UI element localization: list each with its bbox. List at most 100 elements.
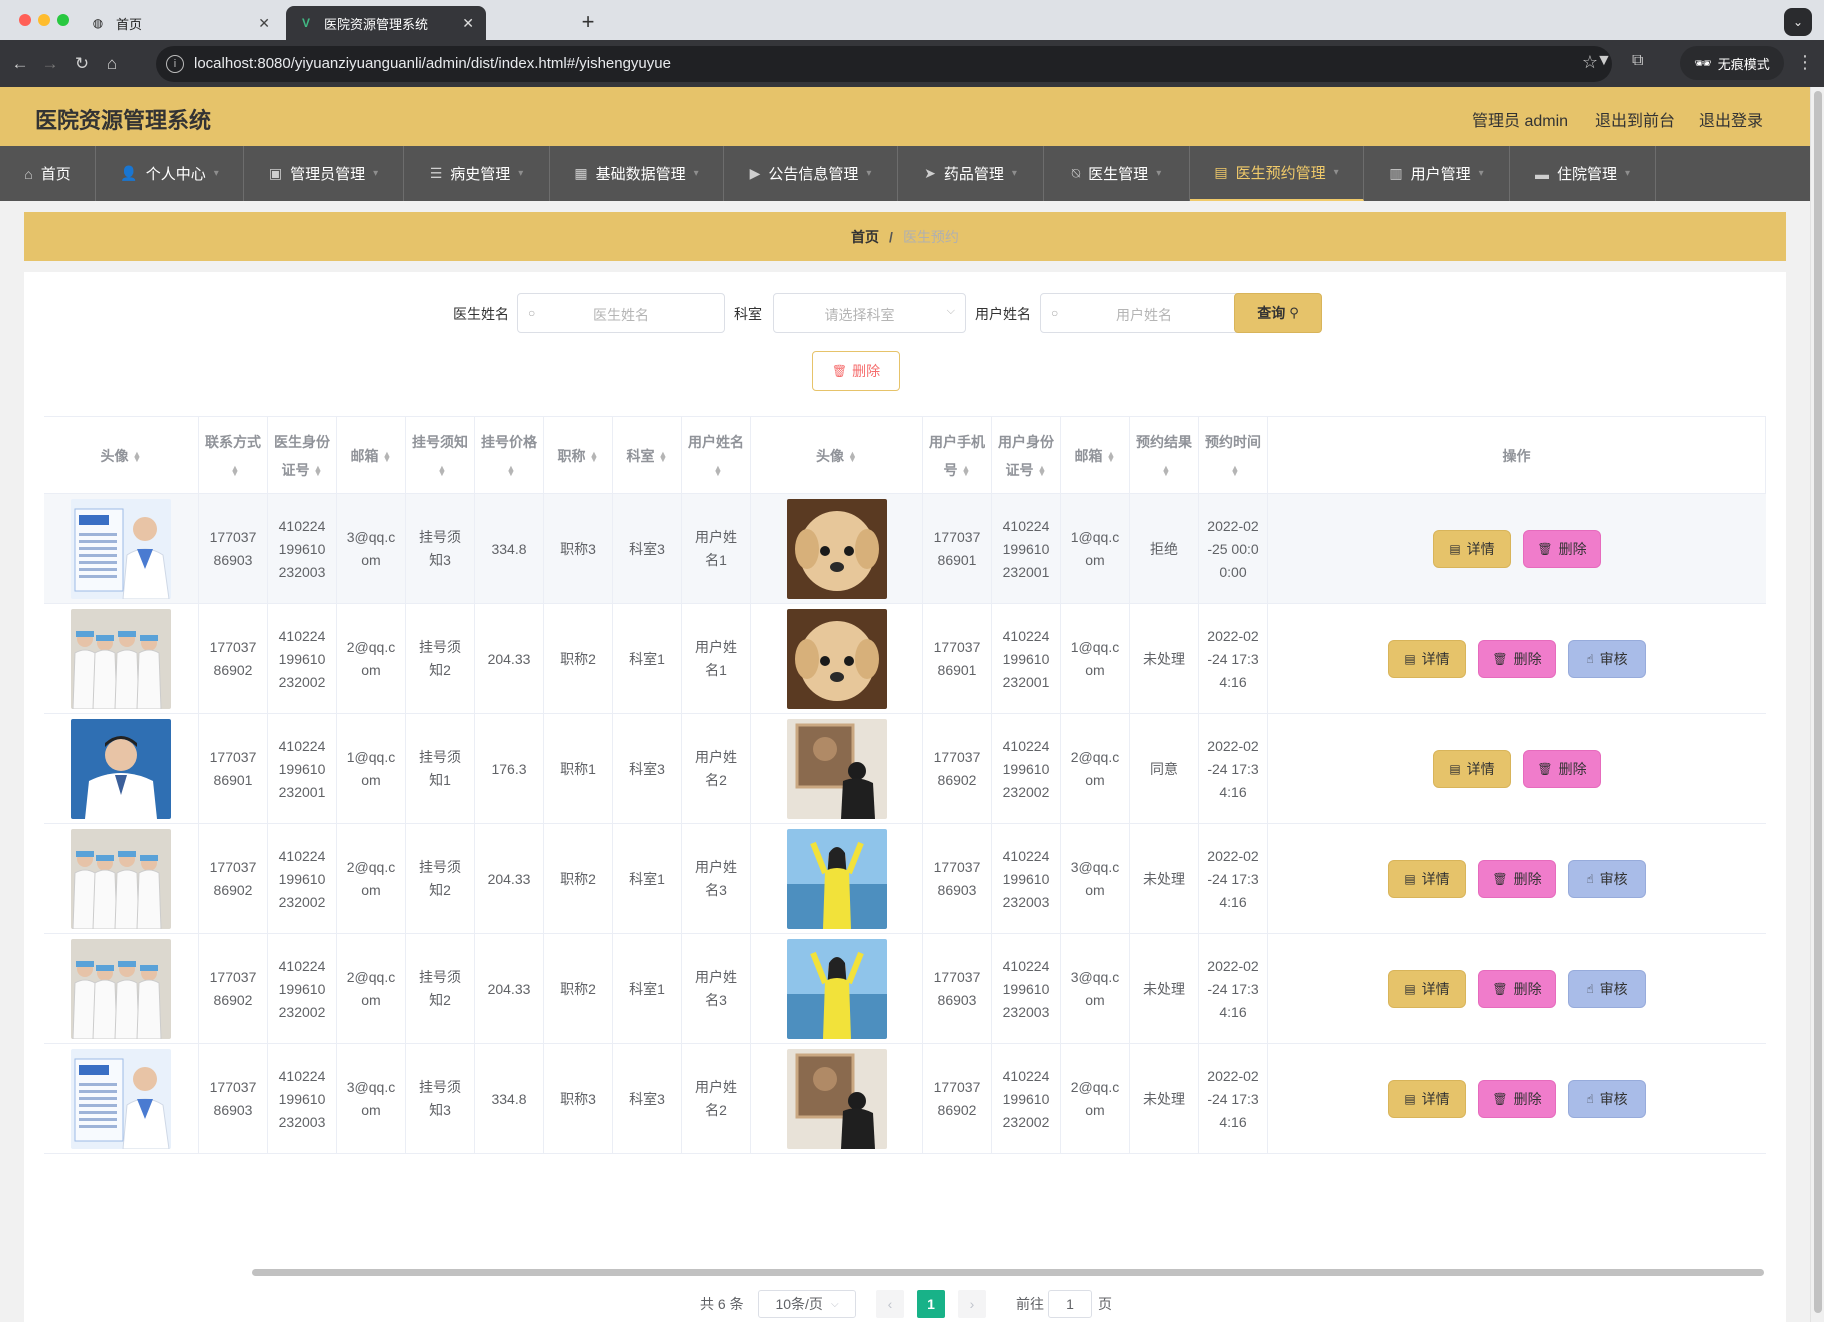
next-page-button[interactable]: › (958, 1290, 986, 1318)
sort-caret-icon[interactable]: ▲ ▼ (1038, 464, 1047, 478)
nav-item-6[interactable]: ➤ 药品管理 ▾ (898, 146, 1044, 201)
sort-caret-icon[interactable]: ▲ ▼ (133, 450, 142, 464)
detail-button[interactable]: ▤ 详情 (1388, 1080, 1466, 1118)
doctor-name-input[interactable]: ○ 医生姓名 (517, 293, 725, 333)
nav-item-9[interactable]: ▥ 用户管理 ▾ (1364, 146, 1510, 201)
sort-caret-icon[interactable]: ▲ ▼ (231, 464, 240, 478)
column-header[interactable]: 预约时间 ▲ ▼ (1199, 417, 1268, 495)
table-row[interactable]: 17703786902 410224199610232002 2@qq.com 挂号须… (44, 934, 1766, 1044)
extensions-puzzle-icon[interactable]: ⧉ (1632, 52, 1643, 70)
sort-caret-icon[interactable]: ▲ ▼ (1231, 464, 1240, 478)
page-number-current[interactable]: 1 (917, 1290, 945, 1318)
bulk-delete-button[interactable]: 🗑 删除 (812, 351, 900, 391)
nav-item-1[interactable]: 👤 个人中心 ▾ (96, 146, 244, 201)
user-name-input[interactable]: ○ 用户姓名 (1040, 293, 1248, 333)
sort-caret-icon[interactable]: ▲ ▼ (438, 464, 447, 478)
close-tab-icon[interactable]: ✕ (462, 15, 474, 32)
column-header[interactable]: 头像 ▲ ▼ (751, 417, 923, 495)
delete-button[interactable]: 🗑 删除 (1523, 530, 1601, 568)
detail-button[interactable]: ▤ 详情 (1388, 860, 1466, 898)
audit-button[interactable]: ☝ 审核 (1568, 640, 1646, 678)
sort-caret-icon[interactable]: ▲ ▼ (714, 464, 723, 478)
page-vertical-scrollbar[interactable] (1810, 87, 1824, 1322)
column-header[interactable]: 医生身份证号 ▲ ▼ (268, 417, 337, 495)
table-horizontal-scrollbar[interactable] (44, 1266, 1766, 1278)
column-header[interactable]: 预约结果 ▲ ▼ (1130, 417, 1199, 495)
table-row[interactable]: 17703786902 410224199610232002 2@qq.com 挂号须… (44, 824, 1766, 934)
delete-button[interactable]: 🗑 删除 (1478, 970, 1556, 1008)
scrollbar-thumb[interactable] (252, 1269, 1764, 1276)
cell-text: 410224199610232002 (278, 847, 326, 910)
table-row[interactable]: 17703786901 410224199610232001 1@qq.com 挂号须… (44, 714, 1766, 824)
delete-button[interactable]: 🗑 删除 (1523, 750, 1601, 788)
audit-button[interactable]: ☝ 审核 (1568, 1080, 1646, 1118)
column-header[interactable]: 挂号价格 ▲ ▼ (475, 417, 544, 495)
nav-item-2[interactable]: ▣ 管理员管理 ▾ (244, 146, 404, 201)
delete-button[interactable]: 🗑 删除 (1478, 860, 1556, 898)
column-header[interactable]: 用户手机号 ▲ ▼ (923, 417, 992, 495)
sort-caret-icon[interactable]: ▲ ▼ (659, 450, 668, 464)
reload-icon[interactable]: ↻ (70, 52, 94, 76)
sort-caret-icon[interactable]: ▲ ▼ (1162, 464, 1171, 478)
sort-caret-icon[interactable]: ▲ ▼ (1107, 450, 1116, 464)
maximize-window-button[interactable] (57, 14, 69, 26)
column-header[interactable]: 职称 ▲ ▼ (544, 417, 613, 495)
close-tab-icon[interactable]: ✕ (258, 15, 270, 32)
detail-button[interactable]: ▤ 详情 (1433, 530, 1511, 568)
table-row[interactable]: 17703786903 410224199610232003 3@qq.com 挂号须… (44, 494, 1766, 604)
nav-item-7[interactable]: ⍉ 医生管理 ▾ (1044, 146, 1190, 201)
logout-link[interactable]: 退出登录 (1699, 107, 1763, 131)
sort-caret-icon[interactable]: ▲ ▼ (314, 464, 323, 478)
new-tab-button[interactable]: + (574, 8, 602, 36)
nav-item-5[interactable]: ▶ 公告信息管理 ▾ (724, 146, 898, 201)
delete-button[interactable]: 🗑 删除 (1478, 640, 1556, 678)
sort-caret-icon[interactable]: ▲ ▼ (962, 464, 971, 478)
column-header[interactable]: 邮箱 ▲ ▼ (1061, 417, 1130, 495)
incognito-badge[interactable]: 🕶 无痕模式 (1680, 46, 1784, 80)
query-button[interactable]: 查询 ⚲ (1234, 293, 1322, 333)
back-icon[interactable]: ← (8, 52, 32, 76)
detail-button[interactable]: ▤ 详情 (1433, 750, 1511, 788)
delete-button[interactable]: 🗑 删除 (1478, 1080, 1556, 1118)
nav-item-4[interactable]: ▦ 基础数据管理 ▾ (550, 146, 724, 201)
site-info-icon[interactable]: i (166, 55, 184, 73)
extension-v-icon[interactable]: ▼ (1596, 52, 1612, 70)
tab-search-button[interactable]: ⌄ (1784, 8, 1812, 36)
detail-button[interactable]: ▤ 详情 (1388, 640, 1466, 678)
column-header[interactable]: 科室 ▲ ▼ (613, 417, 682, 495)
sort-caret-icon[interactable]: ▲ ▼ (590, 450, 599, 464)
close-window-button[interactable] (19, 14, 31, 26)
dept-select[interactable]: 请选择科室 ⌵ (773, 293, 966, 333)
table-row[interactable]: 17703786902 410224199610232002 2@qq.com 挂号须… (44, 604, 1766, 714)
minimize-window-button[interactable] (38, 14, 50, 26)
nav-item-0[interactable]: ⌂ 首页 (0, 146, 96, 201)
audit-button[interactable]: ☝ 审核 (1568, 970, 1646, 1008)
prev-page-button[interactable]: ‹ (876, 1290, 904, 1318)
goto-page-input[interactable]: 1 (1048, 1290, 1092, 1318)
table-row[interactable]: 17703786903 410224199610232003 3@qq.com 挂号须… (44, 1044, 1766, 1154)
sort-caret-icon[interactable]: ▲ ▼ (383, 450, 392, 464)
nav-item-3[interactable]: ☰ 病史管理 ▾ (404, 146, 550, 201)
column-header[interactable]: 挂号须知 ▲ ▼ (406, 417, 475, 495)
forward-icon[interactable]: → (38, 52, 62, 76)
scrollbar-thumb[interactable] (1814, 91, 1822, 1313)
column-header[interactable]: 头像 ▲ ▼ (44, 417, 199, 495)
column-header[interactable]: 用户身份证号 ▲ ▼ (992, 417, 1061, 495)
column-header[interactable]: 邮箱 ▲ ▼ (337, 417, 406, 495)
breadcrumb-home[interactable]: 首页 (851, 227, 879, 247)
browser-tab-home[interactable]: ◍ 首页 ✕ (78, 6, 282, 40)
sort-caret-icon[interactable]: ▲ ▼ (848, 450, 857, 464)
page-size-select[interactable]: 10条/页 ⌵ (758, 1290, 856, 1318)
browser-menu-icon[interactable]: ⋮ (1796, 52, 1814, 73)
audit-button[interactable]: ☝ 审核 (1568, 860, 1646, 898)
nav-item-8[interactable]: ▤ 医生预约管理 ▾ (1190, 146, 1364, 201)
nav-item-10[interactable]: ▬ 住院管理 ▾ (1510, 146, 1656, 201)
sort-caret-icon[interactable]: ▲ ▼ (507, 464, 516, 478)
column-header[interactable]: 用户姓名 ▲ ▼ (682, 417, 751, 495)
back-to-front-link[interactable]: 退出到前台 (1595, 107, 1675, 131)
address-bar[interactable]: i localhost:8080/yiyuanziyuanguanli/admi… (156, 46, 1612, 82)
browser-tab-active[interactable]: V 医院资源管理系统 ✕ (286, 6, 486, 40)
column-header[interactable]: 联系方式 ▲ ▼ (199, 417, 268, 495)
detail-button[interactable]: ▤ 详情 (1388, 970, 1466, 1008)
home-icon[interactable]: ⌂ (100, 52, 124, 76)
